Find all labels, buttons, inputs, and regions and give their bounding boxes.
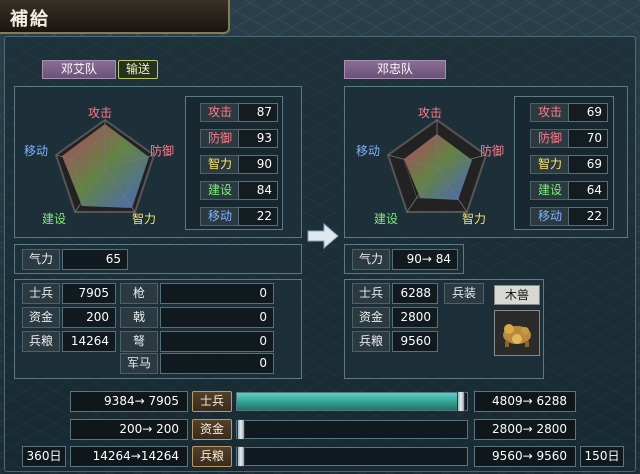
left-weapon-label-horse: 军马 bbox=[120, 353, 158, 374]
right-res-label-gold: 资金 bbox=[352, 307, 390, 328]
pentagon-label-intel: 智力 bbox=[132, 212, 157, 226]
left-weapon-value-halberd: 0 bbox=[160, 307, 274, 328]
left-res-value-gold: 200 bbox=[62, 307, 116, 328]
left-stat-pentagon bbox=[54, 118, 156, 213]
left-weapon-label-crossbow: 弩 bbox=[120, 331, 158, 352]
gold-slider-handle[interactable] bbox=[237, 419, 245, 440]
right-stat-label-intel: 智力 bbox=[530, 155, 570, 174]
left-stat-value-attack: 87 bbox=[238, 103, 278, 122]
right-stat-pentagon bbox=[386, 118, 488, 213]
title-bar: 補給 bbox=[0, 0, 230, 34]
left-stat-value-move: 22 bbox=[238, 207, 278, 226]
right-res-label-soldiers: 士兵 bbox=[352, 283, 390, 304]
transfer-button-gold[interactable]: 资金 bbox=[192, 419, 232, 440]
left-res-value-soldiers: 7905 bbox=[62, 283, 116, 304]
left-team-name: 邓艾队 bbox=[42, 60, 116, 79]
send-button[interactable]: 输送 bbox=[118, 60, 158, 79]
right-stat-value-defense: 70 bbox=[568, 129, 608, 148]
soldiers-slider[interactable] bbox=[236, 391, 468, 412]
right-pentagon-label-defense: 防御 bbox=[480, 144, 505, 158]
transfer-right-food: 9560→ 9560 bbox=[474, 446, 576, 467]
left-res-value-food: 14264 bbox=[62, 331, 116, 352]
left-days-remaining: 360日 bbox=[22, 446, 66, 467]
pentagon-label-move: 移动 bbox=[24, 144, 49, 158]
transfer-right-soldiers: 4809→ 6288 bbox=[474, 391, 576, 412]
right-days-remaining: 150日 bbox=[580, 446, 624, 467]
food-slider-handle[interactable] bbox=[237, 446, 245, 467]
right-equip-label: 兵装 bbox=[444, 283, 484, 304]
transfer-left-soldiers: 9384→ 7905 bbox=[70, 391, 188, 412]
pentagon-label-attack: 攻击 bbox=[88, 106, 113, 120]
transfer-button-soldiers[interactable]: 士兵 bbox=[192, 391, 232, 412]
right-qili-label: 气力 bbox=[352, 249, 390, 270]
window-title: 補給 bbox=[10, 9, 50, 30]
right-pentagon-label-move: 移动 bbox=[356, 144, 381, 158]
right-stat-label-attack: 攻击 bbox=[530, 103, 570, 122]
left-stat-label-move: 移动 bbox=[200, 207, 240, 226]
right-pentagon-label-intel: 智力 bbox=[462, 212, 487, 226]
left-stat-value-build: 84 bbox=[238, 181, 278, 200]
left-weapon-value-crossbow: 0 bbox=[160, 331, 274, 352]
left-qili-label: 气力 bbox=[22, 249, 60, 270]
pentagon-label-build: 建设 bbox=[42, 212, 67, 226]
left-weapon-label-halberd: 戟 bbox=[120, 307, 158, 328]
left-res-label-food: 兵粮 bbox=[22, 331, 60, 352]
left-weapon-label-spear: 枪 bbox=[120, 283, 158, 304]
transfer-left-gold: 200→ 200 bbox=[70, 419, 188, 440]
transfer-button-food[interactable]: 兵粮 bbox=[192, 446, 232, 467]
left-weapon-value-horse: 0 bbox=[160, 353, 274, 374]
right-res-value-food: 9560 bbox=[392, 331, 438, 352]
left-stat-label-defense: 防御 bbox=[200, 129, 240, 148]
pentagon-label-defense: 防御 bbox=[150, 144, 175, 158]
transfer-arrow-icon bbox=[307, 222, 339, 250]
left-res-label-gold: 资金 bbox=[22, 307, 60, 328]
gold-slider[interactable] bbox=[236, 419, 468, 440]
right-qili-value: 90→ 84 bbox=[392, 249, 458, 270]
left-stat-label-build: 建设 bbox=[200, 181, 240, 200]
left-res-label-soldiers: 士兵 bbox=[22, 283, 60, 304]
left-stat-label-attack: 攻击 bbox=[200, 103, 240, 122]
soldiers-slider-fill bbox=[237, 393, 461, 410]
right-stat-label-defense: 防御 bbox=[530, 129, 570, 148]
transfer-right-gold: 2800→ 2800 bbox=[474, 419, 576, 440]
transfer-left-food: 14264→14264 bbox=[70, 446, 188, 467]
right-stat-value-intel: 69 bbox=[568, 155, 608, 174]
right-stat-value-build: 64 bbox=[568, 181, 608, 200]
right-stat-label-move: 移动 bbox=[530, 207, 570, 226]
soldiers-slider-handle[interactable] bbox=[457, 391, 465, 412]
right-res-value-gold: 2800 bbox=[392, 307, 438, 328]
left-stat-value-defense: 93 bbox=[238, 129, 278, 148]
right-team-name: 邓忠队 bbox=[344, 60, 446, 79]
wooden-beast-icon[interactable] bbox=[494, 310, 540, 356]
right-res-label-food: 兵粮 bbox=[352, 331, 390, 352]
right-res-value-soldiers: 6288 bbox=[392, 283, 438, 304]
right-stat-label-build: 建设 bbox=[530, 181, 570, 200]
right-equip-name: 木兽 bbox=[494, 285, 540, 305]
right-pentagon-label-build: 建设 bbox=[374, 212, 399, 226]
right-stat-value-attack: 69 bbox=[568, 103, 608, 122]
left-qili-value: 65 bbox=[62, 249, 128, 270]
right-stat-value-move: 22 bbox=[568, 207, 608, 226]
left-stat-value-intel: 90 bbox=[238, 155, 278, 174]
left-stat-label-intel: 智力 bbox=[200, 155, 240, 174]
right-pentagon-label-attack: 攻击 bbox=[418, 106, 443, 120]
food-slider[interactable] bbox=[236, 446, 468, 467]
left-weapon-value-spear: 0 bbox=[160, 283, 274, 304]
